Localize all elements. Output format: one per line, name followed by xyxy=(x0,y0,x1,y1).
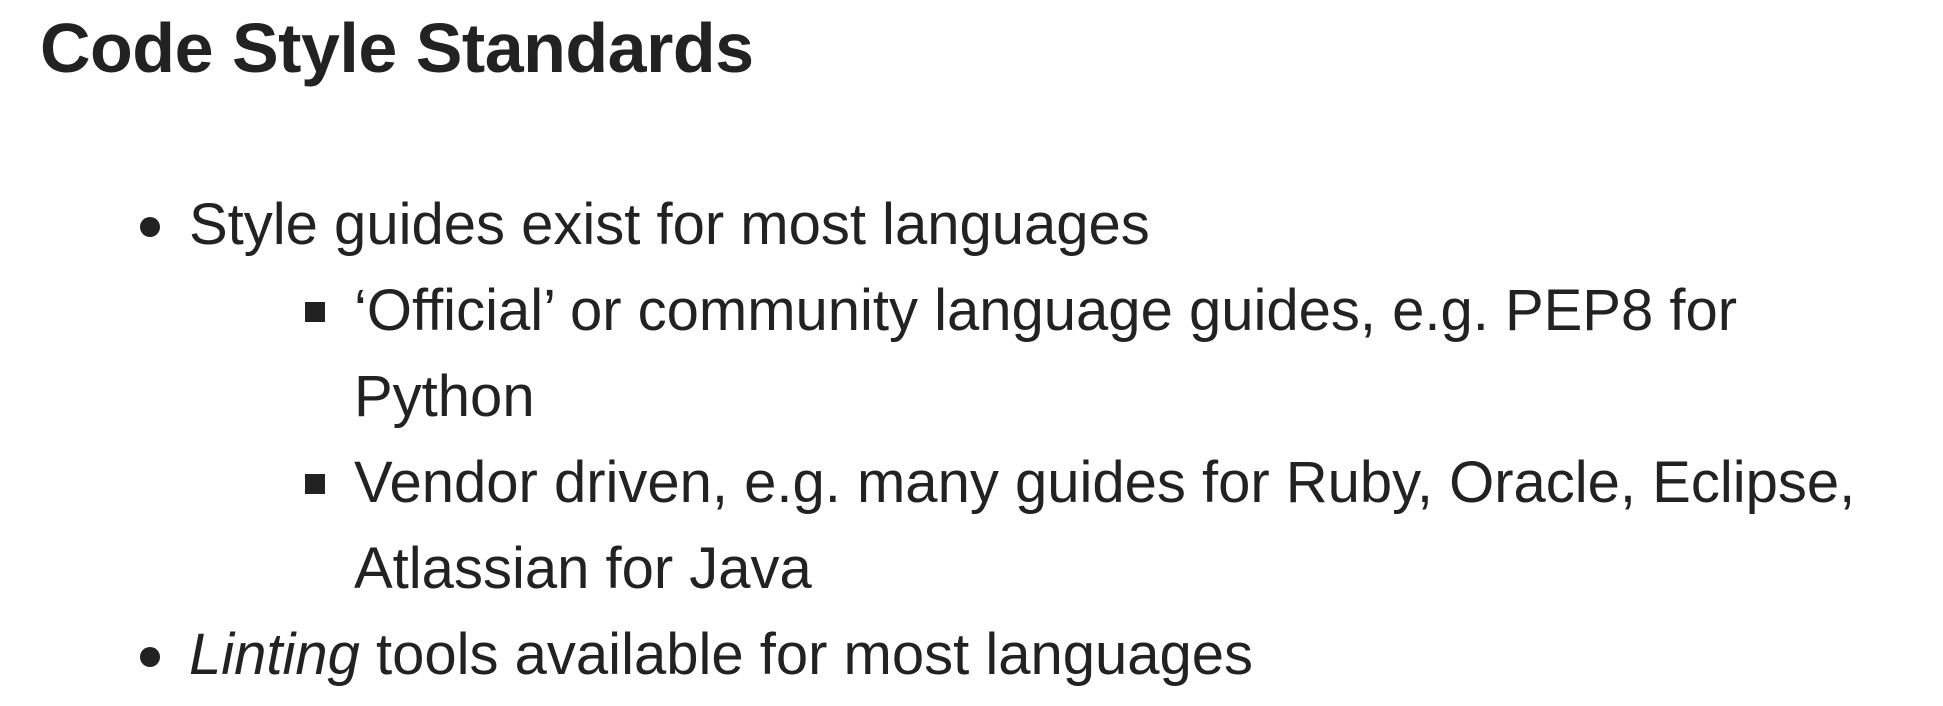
slide-title: Code Style Standards xyxy=(40,9,754,87)
sub-list-item-text: Vendor driven, e.g. many guides for Ruby… xyxy=(354,450,1856,601)
list-item-emphasis: Linting xyxy=(189,622,360,687)
bullet-square-icon xyxy=(305,302,325,322)
list-item-text: tools available for most languages xyxy=(359,622,1254,687)
list-item: Style guides exist for most languages ‘O… xyxy=(0,182,1943,612)
bullet-disc-icon xyxy=(140,217,160,237)
bullet-list: Style guides exist for most languages ‘O… xyxy=(0,182,1943,698)
bullet-disc-icon xyxy=(140,647,160,667)
sub-list-item-text: ‘Official’ or community language guides,… xyxy=(354,278,1738,429)
sub-bullet-list: ‘Official’ or community language guides,… xyxy=(189,268,1943,612)
list-item: Linting tools available for most languag… xyxy=(0,612,1943,698)
list-item-text: Style guides exist for most languages xyxy=(189,192,1150,257)
bullet-square-icon xyxy=(305,474,325,494)
sub-list-item: ‘Official’ or community language guides,… xyxy=(0,268,1943,440)
slide: Code Style Standards Style guides exist … xyxy=(0,0,1943,706)
sub-list-item: Vendor driven, e.g. many guides for Ruby… xyxy=(0,440,1943,612)
